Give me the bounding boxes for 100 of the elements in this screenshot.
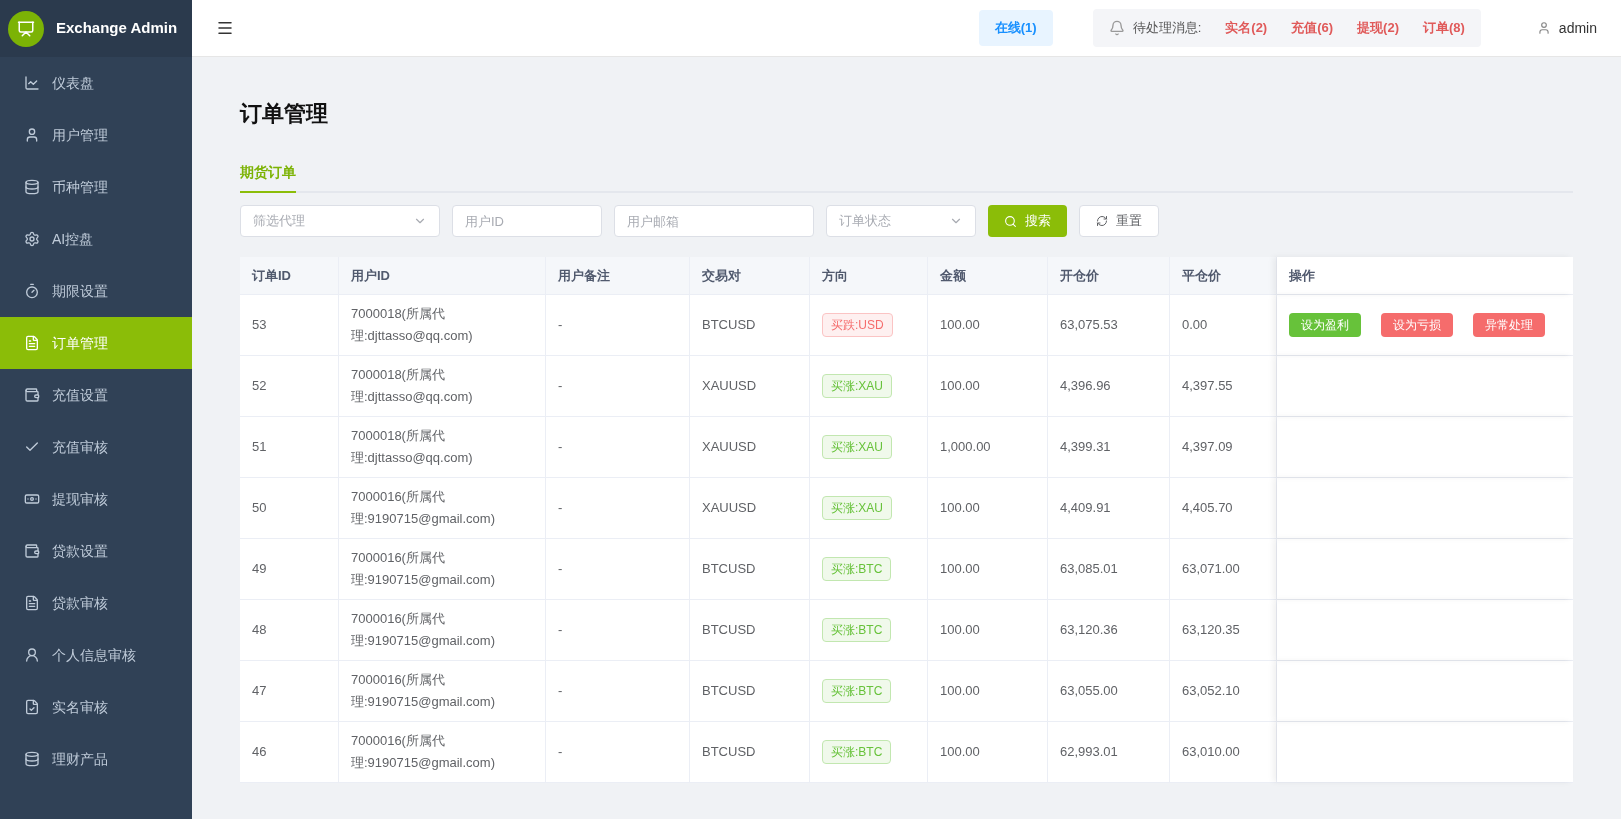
table-cell: XAUUSD (690, 417, 810, 477)
table-cell: - (546, 295, 690, 355)
table-cell: 100.00 (928, 600, 1048, 660)
menu-icon[interactable] (216, 19, 234, 37)
table-cell: - (546, 539, 690, 599)
table-cell: 63,055.00 (1048, 661, 1170, 721)
sidebar-item[interactable]: 币种管理 (0, 161, 192, 213)
direction-tag: 买涨:XAU (822, 374, 892, 398)
table-cell: 63,052.10 (1170, 661, 1277, 721)
table-cell: 52 (240, 356, 339, 416)
table-cell: 4,399.31 (1048, 417, 1170, 477)
table-cell: 53 (240, 295, 339, 355)
column-header: 用户备注 (546, 257, 690, 294)
username[interactable]: admin (1558, 17, 1597, 39)
input-field[interactable]: 用户邮箱 (614, 205, 814, 237)
table-cell: - (546, 661, 690, 721)
sidebar-item[interactable]: 充值审核 (0, 421, 192, 473)
column-header: 方向 (810, 257, 928, 294)
table-cell-text: 7000016(所属代 理:9190715@gmail.com) (351, 671, 495, 711)
table-cell: 4,405.70 (1170, 478, 1277, 538)
pending-link[interactable]: 充值(6) (1291, 18, 1334, 38)
column-header: 订单ID (240, 257, 339, 294)
direction-tag: 买涨:XAU (822, 496, 892, 520)
sidebar-item[interactable]: AI控盘 (0, 213, 192, 265)
document-check-icon (24, 699, 40, 715)
column-header: 平仓价 (1170, 257, 1277, 294)
pending-link[interactable]: 实名(2) (1225, 18, 1268, 38)
table-cell: - (546, 600, 690, 660)
table-cell: XAUUSD (690, 356, 810, 416)
sidebar-item[interactable]: 理财产品 (0, 733, 192, 785)
table-cell: 4,397.55 (1170, 356, 1277, 416)
column-header: 开仓价 (1048, 257, 1170, 294)
sidebar-item[interactable]: 仪表盘 (0, 57, 192, 109)
table-cell: 63,120.35 (1170, 600, 1277, 660)
table-cell: - (546, 478, 690, 538)
pending-link[interactable]: 订单(8) (1422, 18, 1465, 38)
database-icon (24, 751, 40, 767)
table-cell: 100.00 (928, 661, 1048, 721)
table-cell: BTCUSD (690, 600, 810, 660)
sidebar-item[interactable]: 贷款审核 (0, 577, 192, 629)
table-cell: 100.00 (928, 539, 1048, 599)
logo-icon (8, 10, 44, 47)
table-cell: 49 (240, 539, 339, 599)
table-cell: 63,120.36 (1048, 600, 1170, 660)
table-cell: 62,993.01 (1048, 722, 1170, 782)
user-icon (24, 127, 40, 143)
table-cell: 4,397.09 (1170, 417, 1277, 477)
settings-icon (24, 231, 40, 247)
direction-tag: 买跌:USD (822, 313, 893, 337)
stopwatch-icon (24, 283, 40, 299)
pending-link[interactable]: 提现(2) (1357, 18, 1399, 38)
table-cell: BTCUSD (690, 661, 810, 721)
sidebar-item[interactable]: 提现审核 (0, 473, 192, 525)
table-cell: 63,075.53 (1048, 295, 1170, 355)
column-header: 操作 (1277, 257, 1573, 294)
table-cell: 63,010.00 (1170, 722, 1277, 782)
table-cell: 51 (240, 417, 339, 477)
user-icon (1536, 21, 1551, 35)
table-cell: 4,409.91 (1048, 478, 1170, 538)
table-cell: 100.00 (928, 295, 1048, 355)
bell-icon (1108, 20, 1125, 36)
chart-icon (24, 75, 40, 91)
table-cell: 4,396.96 (1048, 356, 1170, 416)
sidebar-item[interactable]: 贷款设置 (0, 525, 192, 577)
table-cell: 50 (240, 478, 339, 538)
table-cell: 63,085.01 (1048, 539, 1170, 599)
wallet-icon (24, 543, 40, 559)
direction-tag: 买涨:XAU (822, 435, 892, 459)
table-cell-text: 7000016(所属代 理:9190715@gmail.com) (351, 610, 495, 650)
input-field[interactable]: 用户ID (452, 205, 602, 237)
table-cell: 100.00 (928, 356, 1048, 416)
direction-tag: 买涨:BTC (822, 679, 892, 703)
table-cell: BTCUSD (690, 539, 810, 599)
brand-title: Exchange Admin (56, 18, 178, 39)
sidebar-item[interactable]: 充值设置 (0, 369, 192, 421)
table-cell: - (546, 722, 690, 782)
document-icon (24, 595, 40, 611)
sidebar-item[interactable]: 用户管理 (0, 109, 192, 161)
table-cell: 100.00 (928, 722, 1048, 782)
direction-tag: 买涨:BTC (822, 557, 892, 581)
page-title: 订单管理 (240, 100, 329, 128)
table-cell: 0.00 (1170, 295, 1277, 355)
person-icon (24, 647, 40, 663)
column-header: 金额 (928, 257, 1048, 294)
table-cell-text: 7000016(所属代 理:9190715@gmail.com) (351, 549, 495, 589)
table-cell: XAUUSD (690, 478, 810, 538)
table-cell: 48 (240, 600, 339, 660)
table-cell: 1,000.00 (928, 417, 1048, 477)
refresh-icon (1096, 215, 1108, 227)
sidebar-item[interactable]: 期限设置 (0, 265, 192, 317)
table-cell: 47 (240, 661, 339, 721)
table-cell: 63,071.00 (1170, 539, 1277, 599)
search-icon (1004, 214, 1017, 228)
table-cell: - (546, 356, 690, 416)
table-cell: - (546, 417, 690, 477)
reset-button[interactable]: 重置 (1079, 205, 1159, 237)
direction-tag: 买涨:BTC (822, 618, 892, 642)
table-cell: BTCUSD (690, 722, 810, 782)
sidebar-item[interactable]: 实名审核 (0, 681, 192, 733)
sidebar-item[interactable]: 个人信息审核 (0, 629, 192, 681)
